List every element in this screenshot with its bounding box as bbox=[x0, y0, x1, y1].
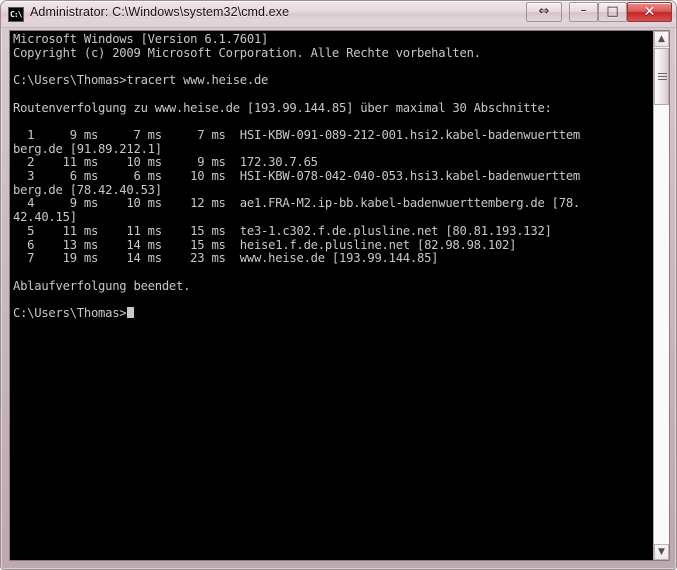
triangle-down-icon: ▼ bbox=[658, 547, 665, 557]
console-line: 3 6 ms 6 ms 10 ms HSI-KBW-078-042-040-05… bbox=[13, 169, 580, 184]
console-line: 7 19 ms 14 ms 23 ms www.heise.de [193.99… bbox=[13, 251, 439, 266]
console-line: 6 13 ms 14 ms 15 ms heise1.f.de.plusline… bbox=[13, 237, 517, 252]
scroll-down-button[interactable]: ▼ bbox=[654, 544, 669, 560]
console-line: 1 9 ms 7 ms 7 ms HSI-KBW-091-089-212-001… bbox=[13, 127, 580, 142]
scroll-up-button[interactable]: ▲ bbox=[654, 31, 669, 47]
console-client-area[interactable]: Microsoft Windows [Version 6.1.7601] Cop… bbox=[9, 30, 670, 561]
console-line: 4 9 ms 10 ms 12 ms ae1.FRA-M2.ip-bb.kabe… bbox=[13, 196, 580, 211]
console-line: 42.40.15] bbox=[13, 210, 77, 225]
console-line: Copyright (c) 2009 Microsoft Corporation… bbox=[13, 45, 481, 60]
window-titlebar[interactable]: C:\ Administrator: C:\Windows\system32\c… bbox=[1, 1, 676, 28]
close-button[interactable]: ✕ bbox=[627, 2, 672, 22]
console-cursor bbox=[127, 307, 135, 319]
scrollbar-track[interactable] bbox=[654, 105, 669, 544]
console-line: berg.de [91.89.212.1] bbox=[13, 141, 162, 156]
scrollbar-grip-icon bbox=[658, 73, 667, 80]
console-line: 5 11 ms 11 ms 15 ms te3-1.c302.f.de.plus… bbox=[13, 223, 552, 238]
console-line: Routenverfolgung zu www.heise.de [193.99… bbox=[13, 100, 552, 115]
vertical-scrollbar[interactable]: ▲ ▼ bbox=[653, 31, 669, 560]
console-line: C:\Users\Thomas> bbox=[13, 306, 127, 321]
console-line: berg.de [78.42.40.53] bbox=[13, 182, 162, 197]
scrollbar-thumb[interactable] bbox=[654, 48, 669, 105]
cmd-console-icon: C:\ bbox=[8, 7, 24, 22]
maximize-button[interactable]: □ bbox=[598, 2, 627, 22]
console-line: C:\Users\Thomas>tracert www.heise.de bbox=[13, 73, 269, 88]
left-right-arrow-icon: ⇔ bbox=[538, 4, 550, 19]
console-line: Ablaufverfolgung beendet. bbox=[13, 278, 191, 293]
console-window: C:\ Administrator: C:\Windows\system32\c… bbox=[0, 0, 677, 570]
window-title: Administrator: C:\Windows\system32\cmd.e… bbox=[30, 5, 290, 19]
console-line: 2 11 ms 10 ms 9 ms 172.30.7.65 bbox=[13, 155, 318, 170]
console-output: Microsoft Windows [Version 6.1.7601] Cop… bbox=[13, 32, 656, 321]
minimize-button[interactable]: – bbox=[569, 2, 598, 22]
restore-arrow-button[interactable]: ⇔ bbox=[526, 2, 562, 22]
console-line: Microsoft Windows [Version 6.1.7601] bbox=[13, 32, 269, 46]
triangle-up-icon: ▲ bbox=[658, 34, 665, 44]
cmd-console-icon-glyph: C:\ bbox=[10, 10, 22, 19]
maximize-icon: □ bbox=[606, 4, 619, 19]
minimize-icon: – bbox=[580, 3, 587, 17]
close-icon: ✕ bbox=[643, 4, 656, 20]
